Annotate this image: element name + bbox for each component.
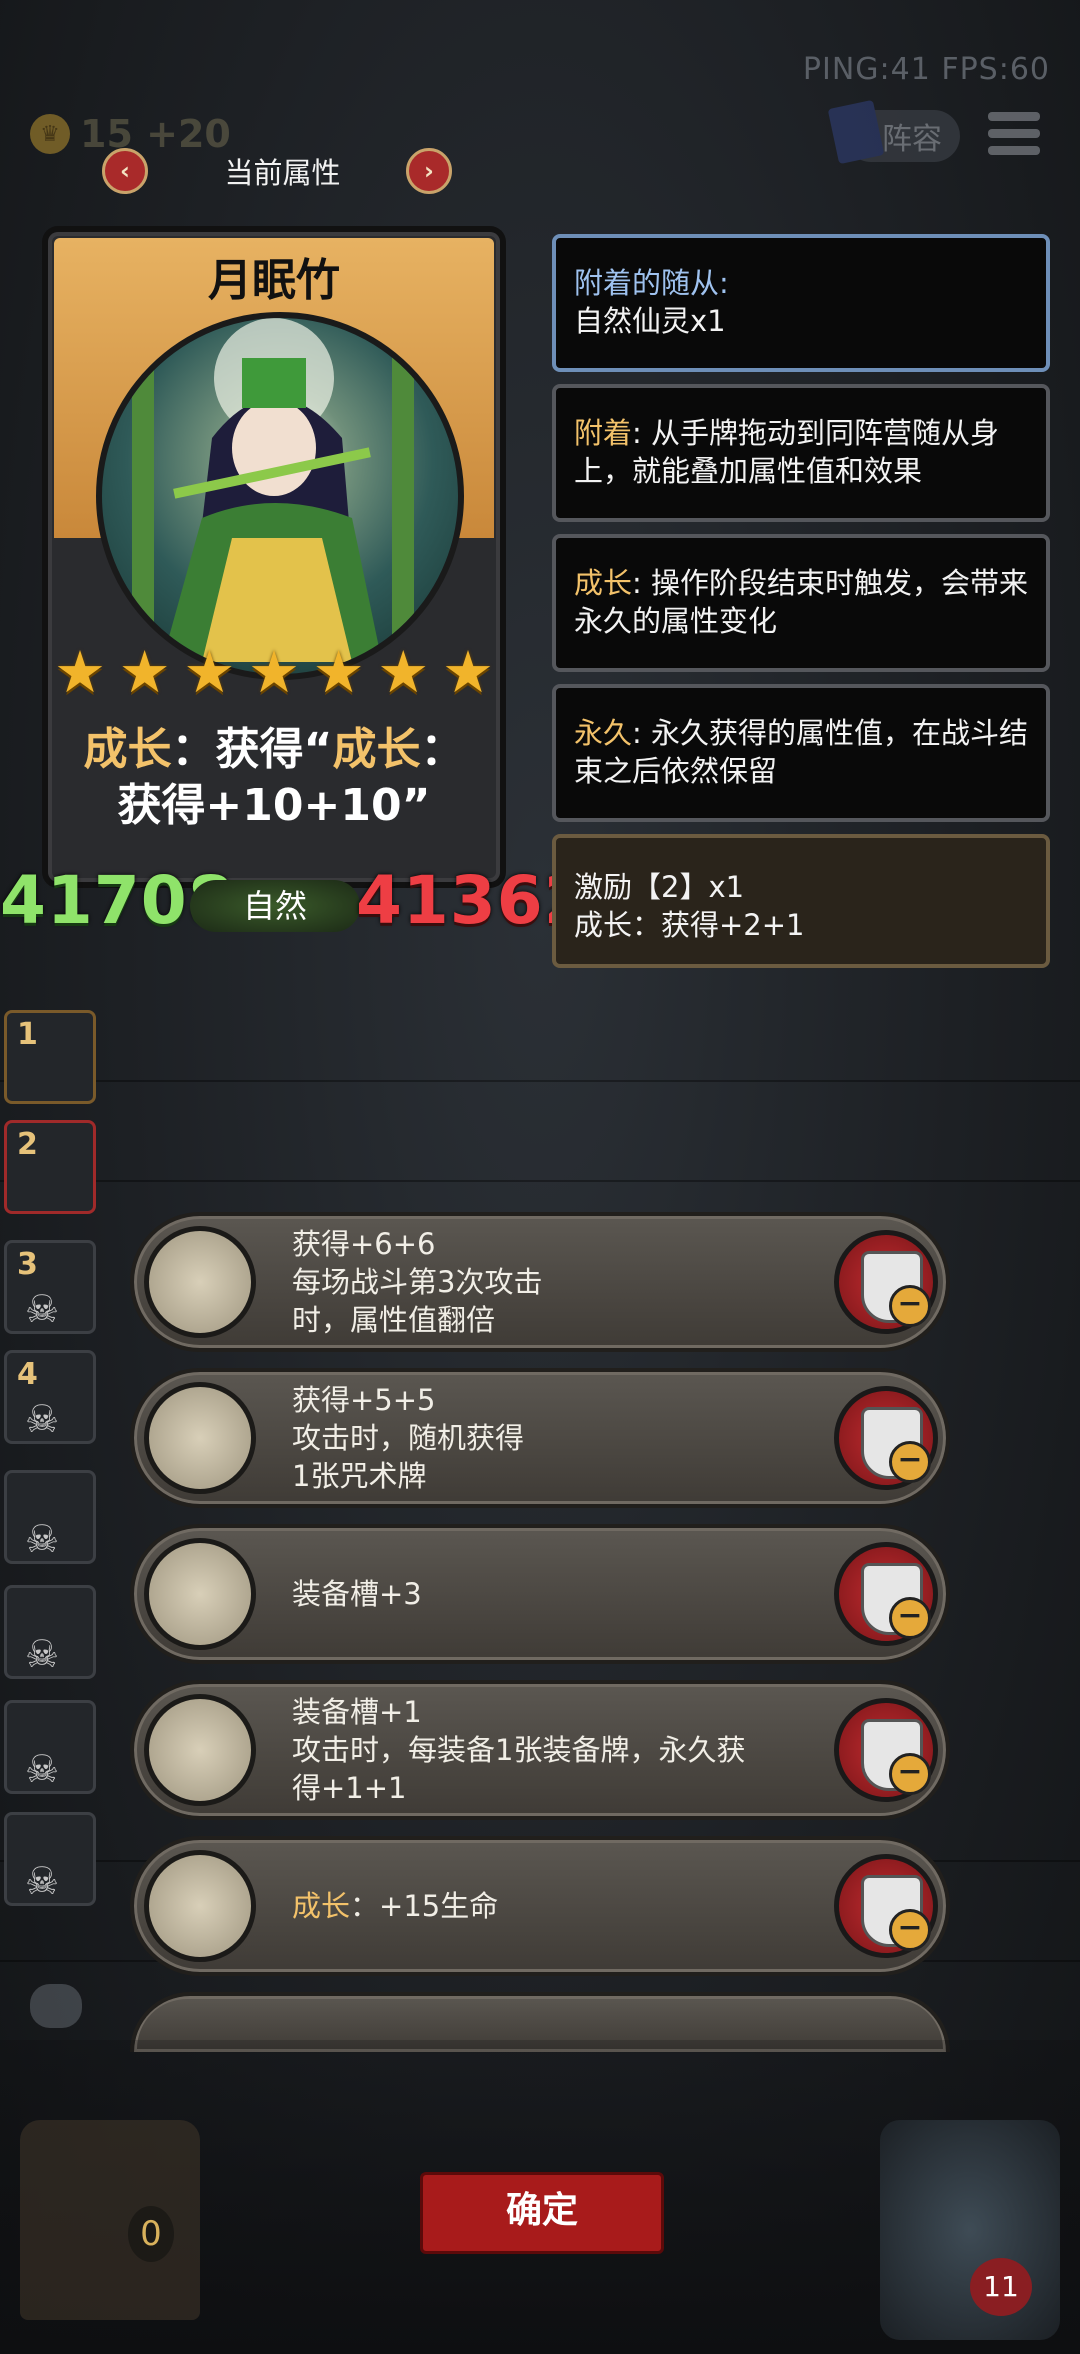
skull-icon: ☠ (25, 1632, 60, 1676)
panel-body: : 从手牌拖动到同阵营随从身上，就能叠加属性值和效果 (574, 416, 1000, 488)
skull-icon: ☠ (25, 1859, 60, 1903)
skull-icon: ☠ (25, 1517, 60, 1561)
skull-icon: ☠ (25, 1747, 60, 1791)
team-slot[interactable]: 4 ☠ (4, 1350, 96, 1444)
keyword-growth-inner: 成长 (332, 724, 421, 775)
minus-icon: − (889, 1753, 931, 1795)
plague-doctor-icon (144, 1226, 256, 1338)
remove-equipment-button[interactable]: − (834, 1386, 938, 1490)
panel-line: 成长：获得+2+1 (574, 908, 805, 942)
team-slot[interactable]: ☠ (4, 1585, 96, 1679)
keyword-growth: 成长 (83, 724, 172, 775)
ping-fps-readout: PING:41 FPS:60 (802, 52, 1050, 87)
minus-icon: − (889, 1597, 931, 1639)
star-icon: ★ (183, 638, 236, 706)
minus-icon: − (889, 1909, 931, 1951)
card-name: 月眠竹 (208, 255, 340, 306)
previous-arrow-button[interactable]: ‹ (102, 148, 148, 194)
chat-icon[interactable] (30, 1984, 82, 2028)
team-slot[interactable]: 3 ☠ (4, 1240, 96, 1334)
equipment-row[interactable]: 装备槽+3 − (130, 1524, 950, 1664)
keyword-attach-panel: 附着: 从手牌拖动到同阵营随从身上，就能叠加属性值和效果 (552, 384, 1050, 522)
lineup-button[interactable]: 阵容 (827, 99, 960, 165)
remove-equipment-button[interactable]: − (834, 1698, 938, 1802)
next-arrow-button[interactable]: › (406, 148, 452, 194)
minion-card: 月眠竹 ★ ★ ★ ★ ★ ★ ★ 成长：获得“成长：获得+10+10” (48, 232, 500, 882)
treasure-chest[interactable] (20, 2120, 200, 2320)
panel-line: 激励【2】x1 (574, 870, 745, 904)
battle-axe-icon (144, 1382, 256, 1494)
confirm-button[interactable]: 确定 (420, 2172, 664, 2254)
keyword-permanent-panel: 永久: 永久获得的属性值，在战斗结束之后依然保留 (552, 684, 1050, 822)
team-slot[interactable]: 1 (4, 1010, 96, 1104)
skull-icon: ☠ (25, 1287, 60, 1331)
horseshoe-icon (144, 1694, 256, 1806)
remove-equipment-button[interactable]: − (834, 1230, 938, 1334)
panel-body: : 永久获得的属性值，在战斗结束之后依然保留 (574, 716, 1029, 788)
equipment-row[interactable]: 装备槽+1 攻击时，每装备1张装备牌，永久获 得+1+1 − (130, 1680, 950, 1820)
pouch-icon (144, 1538, 256, 1650)
equipment-row[interactable]: 成长：+15生命 − (130, 1836, 950, 1976)
minus-icon: − (889, 1441, 931, 1483)
team-slot[interactable]: ☠ (4, 1700, 96, 1794)
panel-heading: 附着的随从: (574, 266, 729, 300)
attributes-title: 当前属性 (224, 156, 341, 190)
panel-body: 自然仙灵x1 (574, 304, 726, 338)
hero-portrait[interactable] (880, 2120, 1060, 2340)
star-rating: ★ ★ ★ ★ ★ ★ ★ (54, 642, 494, 702)
skull-icon: ☠ (25, 1397, 60, 1441)
equipment-row[interactable]: 获得+6+6 每场战斗第3次攻击 时，属性值翻倍 − (130, 1212, 950, 1352)
celtic-cross-icon (144, 1850, 256, 1962)
star-icon: ★ (118, 638, 171, 706)
star-icon: ★ (247, 638, 300, 706)
inspire-effect-panel: 激励【2】x1 成长：获得+2+1 (552, 834, 1050, 968)
coin-icon: ♛ (30, 114, 70, 154)
star-icon: ★ (377, 638, 430, 706)
star-icon: ★ (54, 638, 106, 706)
keyword: 成长 (574, 566, 633, 600)
team-slot[interactable]: 2 (4, 1120, 96, 1214)
card-portrait (96, 312, 464, 680)
hero-health: 11 (970, 2258, 1032, 2316)
menu-icon[interactable] (988, 112, 1040, 160)
equipment-row[interactable]: 获得+5+5 攻击时，随机获得 1张咒术牌 − (130, 1368, 950, 1508)
star-icon: ★ (312, 638, 365, 706)
remove-equipment-button[interactable]: − (834, 1542, 938, 1646)
lineup-label: 阵容 (882, 122, 942, 157)
card-description: 成长：获得“成长：获得+10+10” (83, 724, 465, 831)
remove-equipment-button[interactable]: − (834, 1854, 938, 1958)
keyword: 永久 (574, 716, 633, 750)
keyword-growth-panel: 成长: 操作阶段结束时触发，会带来永久的属性变化 (552, 534, 1050, 672)
keyword: 附着 (574, 416, 633, 450)
minus-icon: − (889, 1285, 931, 1327)
team-slot[interactable]: ☠ (4, 1470, 96, 1564)
star-icon: ★ (441, 638, 494, 706)
panel-body: : 操作阶段结束时触发，会带来永久的属性变化 (574, 566, 1029, 638)
chest-count: 0 (128, 2206, 174, 2262)
attached-minions-panel: 附着的随从: 自然仙灵x1 (552, 234, 1050, 372)
team-slot[interactable]: ☠ (4, 1812, 96, 1906)
element-badge: 自然 (190, 880, 360, 932)
